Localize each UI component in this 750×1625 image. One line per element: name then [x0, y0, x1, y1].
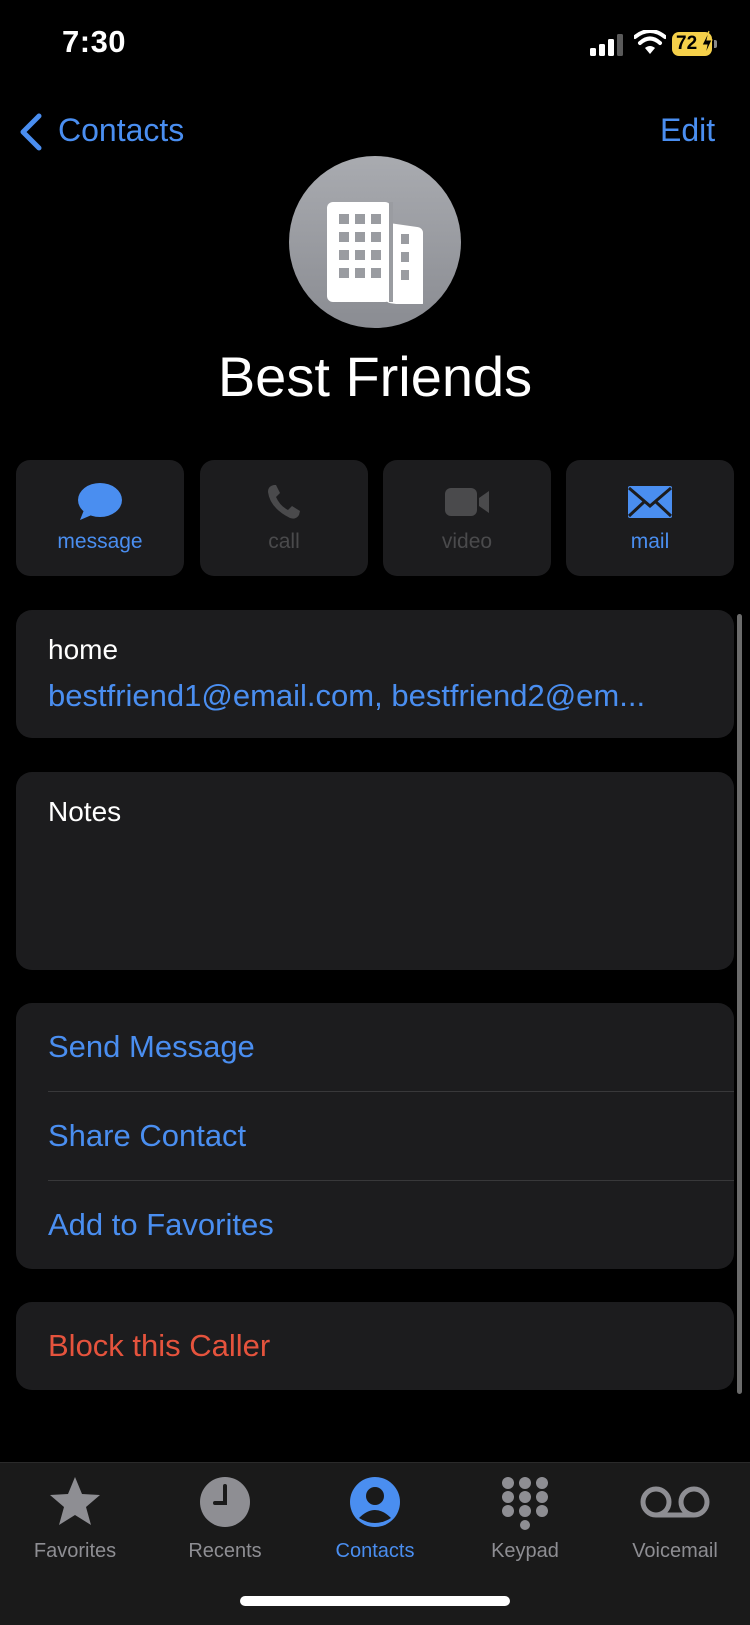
row-divider	[48, 1180, 734, 1181]
email-value-link[interactable]: bestfriend1@email.com, bestfriend2@em...	[48, 678, 708, 714]
tab-favorites[interactable]: Favorites	[0, 1474, 150, 1563]
home-indicator[interactable]	[240, 1596, 510, 1606]
star-icon	[50, 1477, 100, 1525]
clock-icon	[200, 1477, 250, 1527]
edit-button[interactable]: Edit	[660, 112, 715, 149]
tab-recents-label: Recents	[188, 1540, 262, 1562]
mail-action-button[interactable]: mail	[566, 460, 734, 576]
person-circle-icon	[350, 1477, 400, 1527]
video-camera-icon	[445, 488, 489, 516]
tab-favorites-label: Favorites	[33, 1540, 117, 1562]
tab-contacts[interactable]: Contacts	[300, 1474, 450, 1563]
call-action-button[interactable]: call	[200, 460, 368, 576]
tab-voicemail-label: Voicemail	[632, 1540, 718, 1562]
voicemail-icon	[640, 1486, 710, 1518]
mail-action-label: mail	[630, 530, 670, 553]
notes-card[interactable]	[16, 772, 734, 970]
keypad-icon	[502, 1477, 548, 1530]
phone-icon	[268, 485, 300, 519]
video-action-button[interactable]: video	[383, 460, 551, 576]
contact-avatar	[289, 156, 461, 328]
call-action-label: call	[268, 530, 300, 553]
status-time: 7:30	[62, 24, 127, 59]
envelope-icon	[627, 486, 673, 518]
block-caller-button[interactable]: Block this Caller	[48, 1328, 270, 1364]
add-to-favorites-button[interactable]: Add to Favorites	[48, 1207, 274, 1243]
back-button[interactable]: Contacts	[58, 112, 184, 149]
battery-level: 72	[676, 33, 698, 54]
notes-label: Notes	[48, 796, 122, 827]
send-message-button[interactable]: Send Message	[48, 1029, 255, 1065]
video-action-label: video	[441, 530, 493, 553]
wifi-icon	[634, 30, 666, 54]
scrollbar[interactable]	[737, 614, 742, 1394]
tab-recents[interactable]: Recents	[150, 1474, 300, 1563]
share-contact-button[interactable]: Share Contact	[48, 1118, 246, 1154]
tab-voicemail[interactable]: Voicemail	[600, 1474, 750, 1563]
contact-name: Best Friends	[217, 345, 533, 408]
email-card[interactable]	[16, 610, 734, 738]
message-action-label: message	[57, 530, 143, 553]
email-label: home	[48, 634, 119, 665]
building-icon	[327, 202, 423, 304]
tab-keypad-label: Keypad	[491, 1540, 559, 1562]
charging-bolt-icon	[701, 30, 713, 56]
message-action-button[interactable]: message	[16, 460, 184, 576]
tab-contacts-label: Contacts	[335, 1540, 415, 1562]
tab-keypad[interactable]: Keypad	[450, 1474, 600, 1563]
row-divider	[48, 1091, 734, 1092]
back-chevron-icon[interactable]	[18, 113, 44, 151]
cellular-signal-icon	[590, 34, 623, 56]
battery-nub	[714, 40, 717, 48]
message-bubble-icon	[78, 483, 122, 520]
